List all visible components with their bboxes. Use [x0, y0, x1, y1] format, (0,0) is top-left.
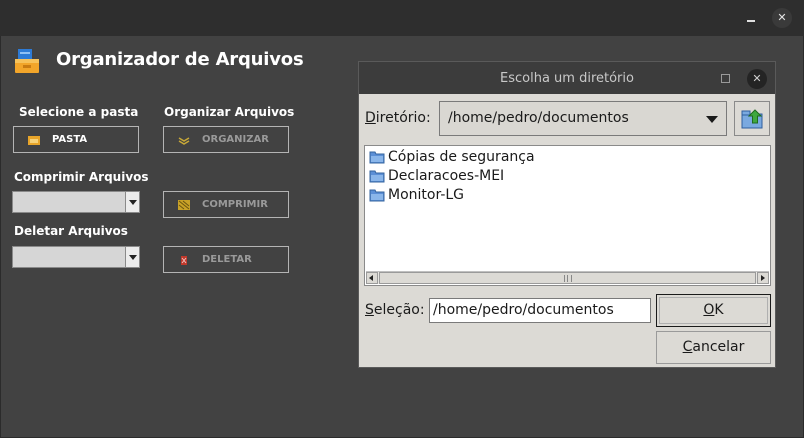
close-button[interactable]: ✕	[772, 8, 792, 28]
select-folder-label: Selecione a pasta	[19, 105, 139, 119]
delete-button[interactable]: DELETAR	[163, 246, 289, 273]
delete-button-label: DELETAR	[202, 254, 252, 265]
grip-icon	[564, 275, 572, 282]
focus-ring	[659, 297, 768, 324]
window-titlebar: ✕	[0, 0, 804, 36]
folder-button[interactable]: PASTA	[13, 126, 139, 153]
delete-label: Deletar Arquivos	[14, 224, 128, 238]
compress-label: Comprimir Arquivos	[14, 170, 149, 184]
selection-input[interactable]: /home/pedro/documentos	[429, 298, 651, 323]
folder-icon	[28, 135, 40, 145]
trash-icon	[181, 255, 187, 265]
folder-list[interactable]: Cópias de segurança Declaracoes-MEI Moni…	[364, 145, 771, 286]
folder-name: Cópias de segurança	[388, 149, 535, 165]
dialog-title: Escolha um diretório	[500, 71, 634, 86]
folder-button-label: PASTA	[52, 134, 88, 145]
directory-combo[interactable]: /home/pedro/documentos	[439, 101, 727, 136]
folder-name: Declaracoes-MEI	[388, 168, 505, 184]
zip-icon	[178, 199, 190, 210]
dialog-titlebar: Escolha um diretório ✕	[359, 62, 775, 94]
scrollbar-thumb[interactable]	[379, 272, 756, 284]
ok-button[interactable]: OK	[656, 294, 771, 327]
folder-up-icon	[741, 109, 763, 129]
maximize-button[interactable]	[721, 74, 730, 83]
file-cabinet-icon	[15, 49, 39, 73]
dialog-close-button[interactable]: ✕	[747, 69, 767, 89]
directory-value: /home/pedro/documentos	[448, 110, 629, 126]
minimize-button[interactable]	[741, 8, 761, 28]
organize-label: Organizar Arquivos	[164, 105, 295, 119]
chevron-down-icon[interactable]	[125, 247, 139, 267]
organize-icon	[178, 136, 190, 145]
parent-folder-button[interactable]	[734, 101, 770, 136]
list-item[interactable]: Declaracoes-MEI	[369, 167, 504, 185]
chevron-down-icon[interactable]	[706, 116, 718, 123]
compress-button[interactable]: COMPRIMIR	[163, 191, 289, 218]
scroll-right-arrow-icon[interactable]	[757, 272, 769, 284]
list-item[interactable]: Monitor-LG	[369, 186, 464, 204]
chevron-down-icon[interactable]	[125, 192, 139, 212]
horizontal-scrollbar[interactable]	[366, 271, 769, 284]
scroll-left-arrow-icon[interactable]	[366, 272, 378, 284]
folder-icon	[369, 189, 385, 202]
compress-button-label: COMPRIMIR	[202, 199, 268, 210]
folder-icon	[369, 151, 385, 164]
folder-name: Monitor-LG	[388, 187, 465, 203]
directory-label: Diretório:	[365, 110, 431, 126]
folder-icon	[369, 170, 385, 183]
cancel-button[interactable]: Cancelar	[656, 331, 771, 364]
delete-combo[interactable]	[12, 246, 140, 268]
selection-label: Seleção:	[365, 302, 425, 318]
compress-combo[interactable]	[12, 191, 140, 213]
organize-button-label: ORGANIZAR	[202, 134, 269, 145]
directory-dialog: Escolha um diretório ✕ Diretório: /home/…	[358, 61, 776, 368]
app-title: Organizador de Arquivos	[56, 49, 304, 70]
organize-button[interactable]: ORGANIZAR	[163, 126, 289, 153]
list-item[interactable]: Cópias de segurança	[369, 148, 535, 166]
